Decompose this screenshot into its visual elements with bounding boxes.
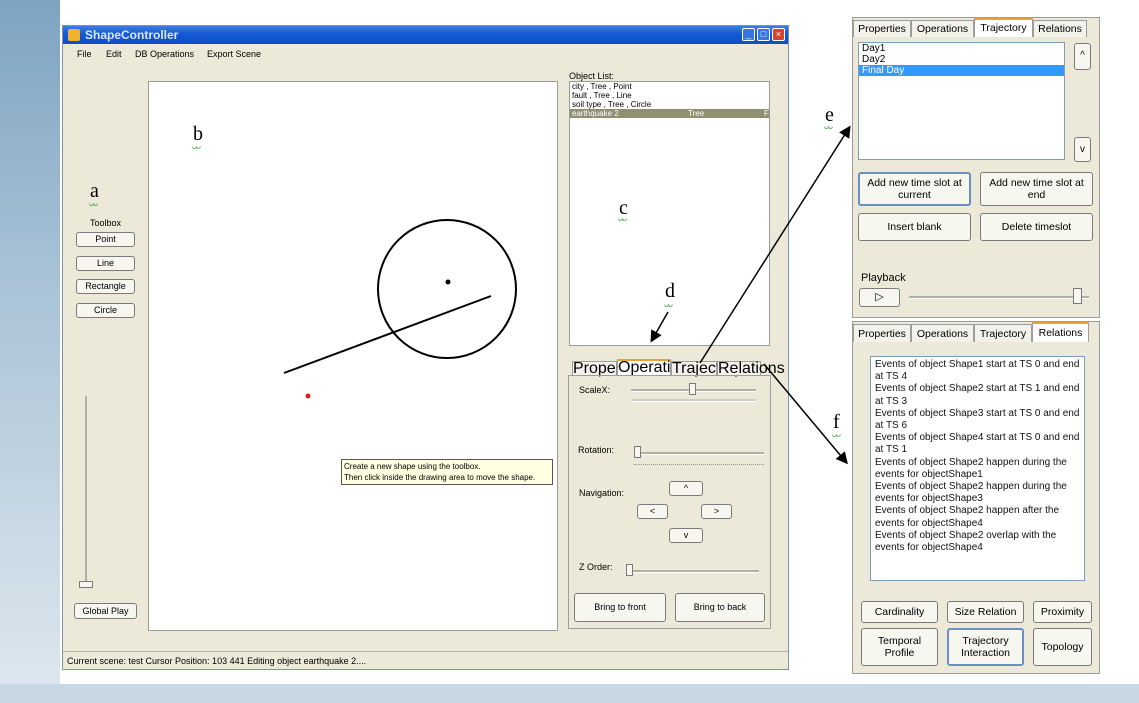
tab-operations[interactable]: Operations (911, 324, 974, 342)
temporal-profile-button[interactable]: Temporal Profile (861, 628, 938, 666)
tab-trajectory[interactable]: Trajectory (974, 324, 1032, 342)
arrow-d (650, 311, 669, 343)
playback-label: Playback (861, 272, 906, 284)
relation-event: Events of object Shape3 start at TS 0 an… (875, 407, 1080, 432)
arrow-e (699, 125, 851, 364)
delete-timeslot-button[interactable]: Delete timeslot (980, 213, 1093, 241)
playback-slider-thumb[interactable] (1073, 288, 1082, 304)
trajectory-interaction-button[interactable]: Trajectory Interaction (947, 628, 1024, 666)
tab-properties[interactable]: Properties (853, 324, 911, 342)
relation-event: Events of object Shape2 happen during th… (875, 481, 1067, 505)
add-time-slot-current-button[interactable]: Add new time slot at current (858, 172, 971, 206)
relations-panel: Properties Operations Trajectory Relatio… (852, 321, 1100, 674)
tab-relations[interactable]: Relations (1033, 20, 1087, 37)
tab-properties[interactable]: Properties (853, 20, 911, 37)
list-item[interactable]: Day2 (859, 54, 1064, 65)
topology-button[interactable]: Topology (1033, 628, 1092, 666)
tab-relations[interactable]: Relations (1032, 322, 1089, 342)
relation-event: Events of object Shape2 happen during th… (875, 456, 1067, 480)
proximity-button[interactable]: Proximity (1033, 601, 1092, 623)
list-item[interactable]: Day1 (859, 43, 1064, 54)
add-time-slot-end-button[interactable]: Add new time slot at end (980, 172, 1093, 206)
playback-slider-track[interactable] (909, 296, 1089, 299)
timeslot-list[interactable]: Day1 Day2 Final Day (858, 42, 1065, 160)
play-icon[interactable]: ▷ (859, 288, 900, 307)
tab-trajectory[interactable]: Trajectory (974, 18, 1033, 37)
relations-event-list: Events of object Shape1 start at TS 0 an… (870, 356, 1085, 581)
tab-operations[interactable]: Operations (911, 20, 974, 37)
relation-event: Events of object Shape2 overlap with the… (875, 529, 1057, 554)
size-relation-button[interactable]: Size Relation (947, 601, 1024, 623)
cardinality-button[interactable]: Cardinality (861, 601, 938, 623)
insert-blank-button[interactable]: Insert blank (858, 213, 971, 241)
relation-event: Events of object Shape1 start at TS 0 an… (875, 359, 1080, 383)
scroll-down-button[interactable]: v (1074, 137, 1091, 162)
scroll-up-button[interactable]: ^ (1074, 43, 1091, 70)
relation-event: Events of object Shape2 happen after the… (875, 505, 1060, 529)
relation-event: Events of object Shape2 start at TS 1 an… (875, 383, 1080, 407)
list-item-selected[interactable]: Final Day (859, 65, 1064, 76)
arrow-f (763, 363, 848, 465)
relation-event: Events of object Shape4 start at TS 0 an… (875, 432, 1080, 456)
trajectory-panel: Properties Operations Trajectory Relatio… (852, 17, 1100, 318)
